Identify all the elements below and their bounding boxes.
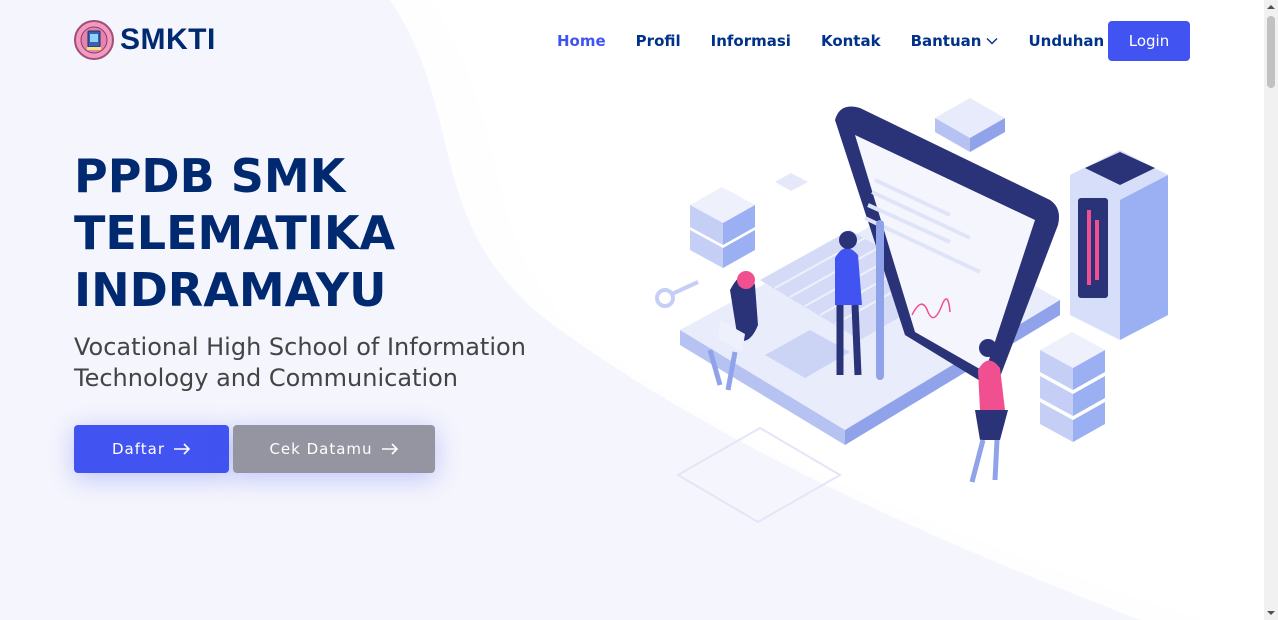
nav-kontak[interactable]: Kontak: [821, 30, 881, 52]
nav-informasi-label: Informasi: [710, 32, 791, 50]
site-header: SMKTI Home Profil Informasi Kontak Bantu…: [0, 0, 1264, 82]
nav-unduhan-label: Unduhan: [1028, 32, 1105, 50]
hero-title-line-3: INDRAMAYU: [74, 263, 387, 317]
cek-datamu-button[interactable]: Cek Datamu: [233, 425, 435, 473]
nav-informasi[interactable]: Informasi: [711, 30, 791, 52]
school-crest-icon: [74, 20, 114, 60]
nav-profil[interactable]: Profil: [636, 30, 681, 52]
scroll-up-icon[interactable]: [1267, 3, 1275, 11]
main-nav: Home Profil Informasi Kontak Bantuan Und…: [557, 30, 1151, 52]
hero-title-line-2: TELEMATIKA: [74, 206, 396, 260]
hero-title-line-1: PPDB SMK: [74, 149, 346, 203]
nav-home[interactable]: Home: [557, 30, 606, 52]
nav-bantuan[interactable]: Bantuan: [911, 30, 999, 52]
chevron-down-icon: [986, 38, 998, 45]
arrow-right-icon: [381, 443, 398, 455]
scroll-down-icon[interactable]: [1267, 609, 1275, 617]
daftar-button-label: Daftar: [112, 440, 165, 458]
nav-home-label: Home: [557, 32, 606, 50]
brand-logo[interactable]: SMKTI: [74, 20, 216, 60]
page-scrollbar[interactable]: [1264, 0, 1278, 620]
brand-name: SMKTI: [120, 23, 216, 56]
nav-kontak-label: Kontak: [820, 32, 881, 50]
daftar-button[interactable]: Daftar: [74, 425, 229, 473]
hero-title: PPDB SMK TELEMATIKA INDRAMAYU: [74, 148, 514, 319]
hero-illustration: [655, 98, 1168, 524]
hero-subtitle: Vocational High School of Information Te…: [74, 333, 526, 392]
nav-profil-label: Profil: [635, 32, 681, 50]
arrow-right-icon: [174, 443, 191, 455]
login-button[interactable]: Login: [1108, 21, 1190, 61]
scroll-thumb[interactable]: [1267, 16, 1275, 88]
cek-datamu-button-label: Cek Datamu: [269, 440, 373, 458]
nav-bantuan-label: Bantuan: [910, 32, 982, 50]
